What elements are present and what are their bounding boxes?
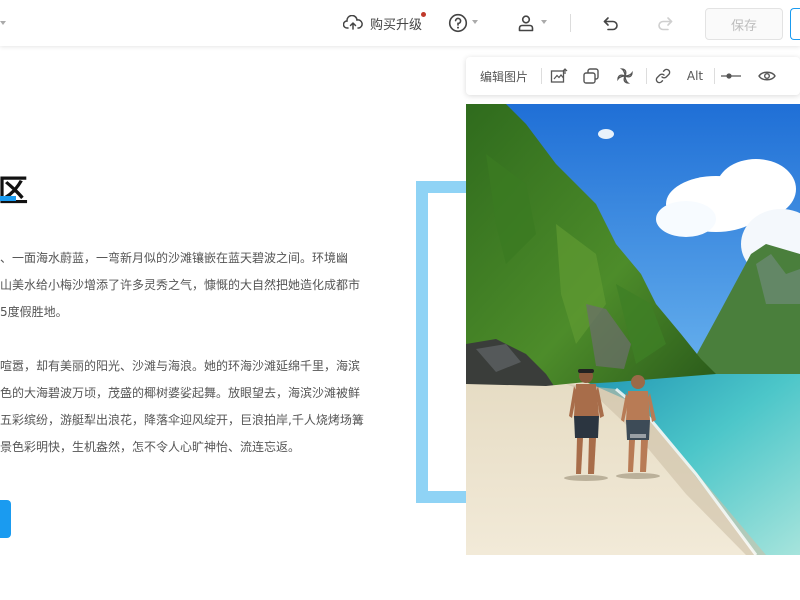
undo-icon	[603, 17, 618, 31]
help-button[interactable]	[447, 12, 469, 34]
divider	[646, 68, 647, 84]
paragraph-line: 色的大海碧波万顷，茂盛的椰树婆娑起舞。放眼望去，海滨沙滩被鲜	[0, 386, 361, 400]
help-icon	[448, 13, 468, 33]
chevron-down-icon[interactable]	[541, 20, 547, 24]
effects-button[interactable]	[614, 57, 636, 95]
upgrade-button[interactable]: 购买升级	[343, 12, 422, 34]
heading-underline	[0, 196, 16, 201]
user-button[interactable]	[515, 12, 537, 34]
save-button[interactable]: 保存	[705, 8, 783, 40]
edit-image-button[interactable]: 编辑图片	[474, 57, 534, 95]
top-toolbar: 购买升级 保存	[0, 0, 800, 46]
user-icon	[518, 15, 534, 32]
paragraph-2: 喧嚣，却有美丽的阳光、沙滩与海浪。她的环海沙滩延绵千里，海滨 色的大海碧波万顷，…	[0, 353, 364, 461]
paragraph-1: 、一面海水蔚蓝，一弯新月似的沙滩镶嵌在蓝天碧波之间。环境幽 山美水给小梅沙增添了…	[0, 245, 360, 326]
undo-button[interactable]	[600, 12, 622, 34]
slider-icon	[721, 73, 741, 79]
preview-button[interactable]	[756, 57, 778, 95]
paragraph-line: 景色彩明快，生机盎然，怎不令人心旷神怡、流连忘返。	[0, 440, 301, 454]
chevron-down-icon[interactable]	[0, 21, 6, 25]
chevron-down-icon[interactable]	[472, 20, 478, 24]
slider-button[interactable]	[720, 57, 742, 95]
link-button[interactable]	[652, 57, 674, 95]
crop-icon	[550, 68, 568, 83]
mask-shape-button[interactable]	[580, 57, 602, 95]
upgrade-label: 购买升级	[370, 17, 423, 33]
divider	[714, 68, 715, 84]
paragraph-line: 山美水给小梅沙增添了许多灵秀之气，慷慨的大自然把她造化成都市	[0, 278, 361, 292]
image-toolbar: 编辑图片 Alt	[466, 57, 800, 95]
section-heading: 区	[0, 174, 29, 209]
beach-photo-illustration	[466, 104, 800, 555]
paragraph-line: 5度假胜地。	[0, 305, 68, 319]
paragraph-line: 喧嚣，却有美丽的阳光、沙滩与海浪。她的环海沙滩延绵千里，海滨	[0, 359, 361, 373]
paragraph-line: 、一面海水蔚蓝，一弯新月似的沙滩镶嵌在蓝天碧波之间。环境幽	[0, 251, 349, 265]
cta-button[interactable]	[0, 500, 11, 538]
alt-text-button[interactable]: Alt	[682, 57, 708, 95]
redo-icon	[658, 17, 673, 31]
publish-button[interactable]	[790, 8, 800, 40]
cloud-upload-icon	[343, 15, 363, 30]
eye-icon	[758, 71, 776, 81]
notification-dot	[421, 12, 426, 17]
divider	[570, 14, 571, 32]
beach-photo[interactable]	[466, 104, 800, 555]
link-icon	[655, 68, 671, 84]
fan-effect-icon	[617, 68, 633, 84]
mask-shape-icon	[583, 68, 599, 84]
divider	[541, 68, 542, 84]
crop-button[interactable]	[548, 57, 570, 95]
paragraph-line: 五彩缤纷，游艇犁出浪花，降落伞迎风绽开，巨浪拍岸,千人烧烤场篝	[0, 413, 364, 427]
redo-button[interactable]	[654, 12, 676, 34]
